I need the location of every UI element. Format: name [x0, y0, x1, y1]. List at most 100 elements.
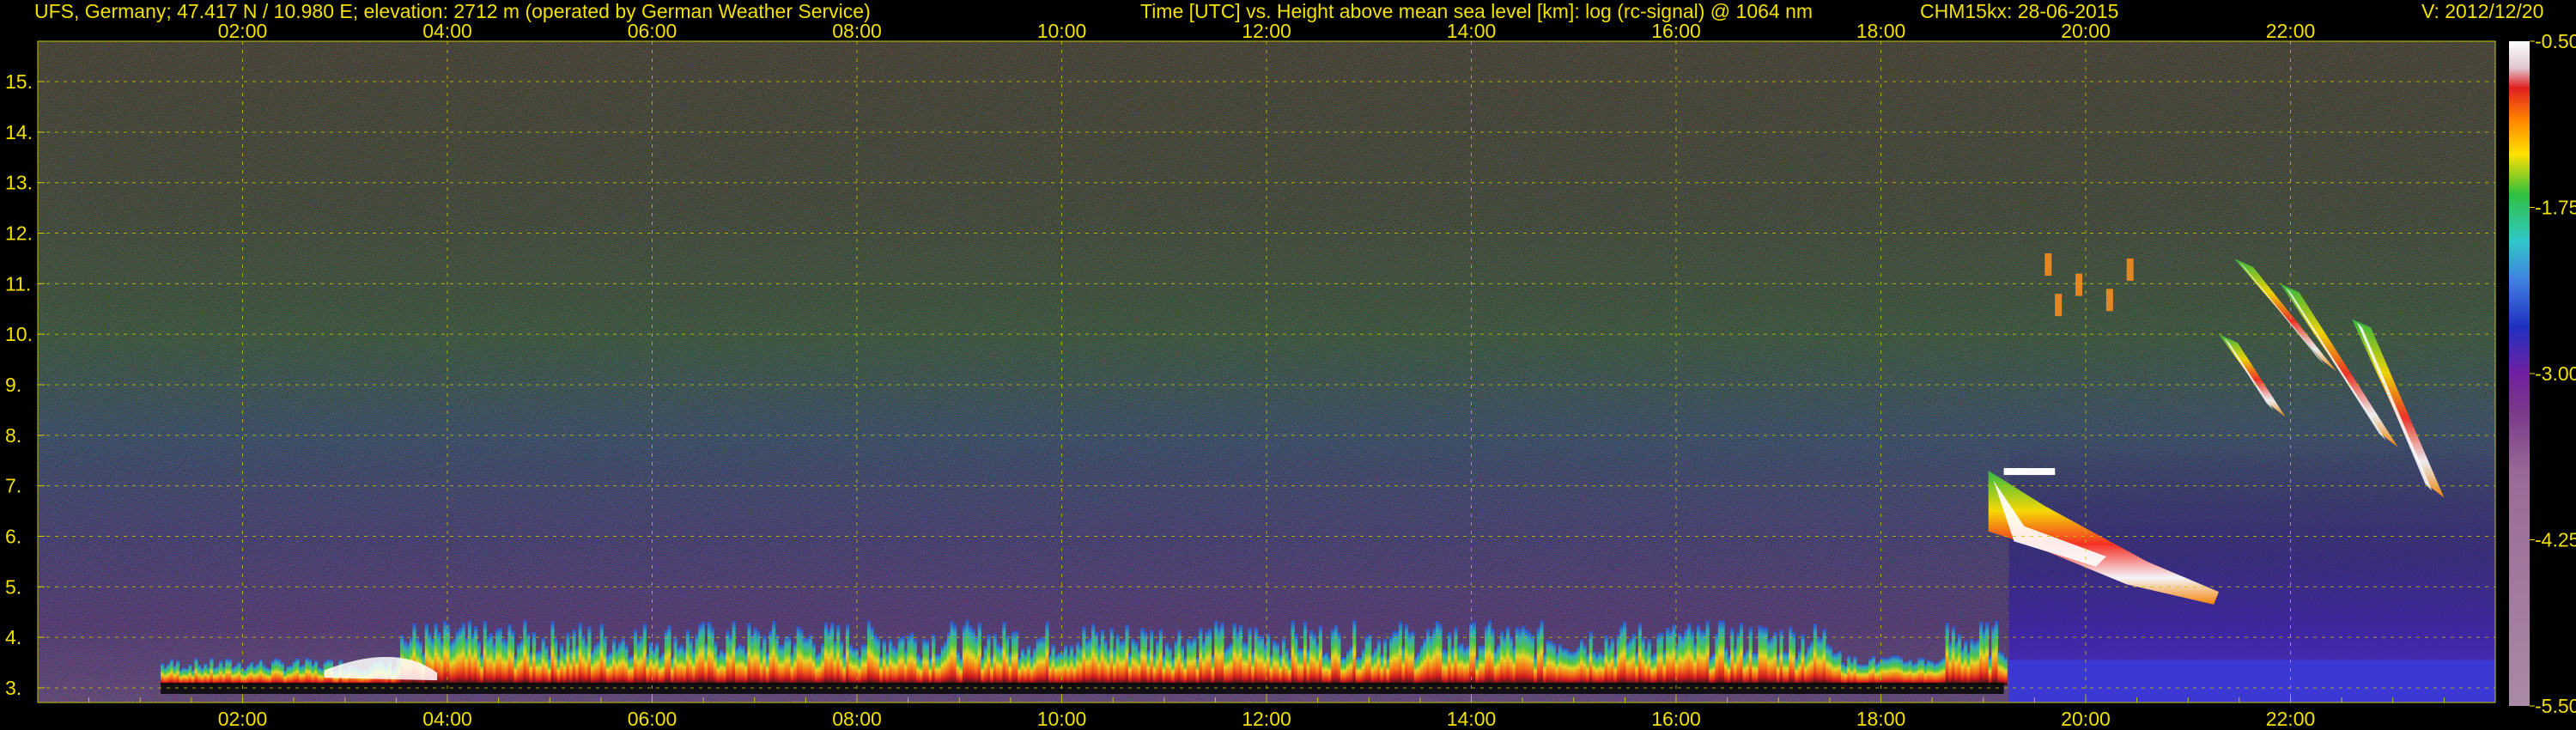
boundary-layer-stripe: [1733, 647, 1737, 685]
boundary-layer-stripe: [790, 653, 794, 685]
boundary-layer-stripe: [692, 648, 696, 685]
boundary-layer-stripe: [1478, 645, 1483, 685]
x-tick-label-bottom: 18:00: [1856, 708, 1906, 730]
boundary-layer-stripe: [1859, 664, 1863, 685]
boundary-layer-stripe: [581, 635, 586, 685]
boundary-layer-stripe: [1884, 658, 1888, 685]
boundary-layer-stripe: [646, 654, 650, 685]
boundary-layer-stripe: [796, 626, 800, 685]
boundary-layer-stripe: [249, 661, 254, 685]
boundary-layer-stripe: [916, 654, 920, 685]
boundary-layer-stripe: [944, 641, 948, 685]
boundary-layer-stripe: [1637, 623, 1643, 685]
boundary-layer-stripe: [1696, 624, 1701, 685]
boundary-layer-stripe: [1242, 642, 1246, 685]
boundary-layer-stripe: [1577, 647, 1581, 685]
boundary-layer-stripe: [698, 624, 702, 685]
boundary-layer-stripe: [234, 665, 239, 685]
boundary-layer-stripe: [200, 667, 204, 685]
boundary-layer-stripe: [784, 636, 788, 685]
boundary-layer-stripe: [1230, 642, 1234, 685]
colorbar-tick-label: -0.50: [2535, 30, 2576, 52]
boundary-layer-stripe: [1666, 627, 1670, 685]
boundary-layer-stripe: [753, 627, 757, 685]
boundary-layer-stripe: [1042, 637, 1047, 685]
boundary-layer-stripe: [1921, 657, 1925, 685]
boundary-layer-stripe: [1094, 632, 1098, 685]
boundary-layer-stripe: [833, 640, 837, 685]
boundary-layer-stripe: [1988, 656, 1992, 685]
boundary-layer-stripe: [1610, 638, 1614, 685]
y-tick-label: 14.: [5, 121, 33, 143]
boundary-layer-stripe: [769, 630, 773, 685]
boundary-layer-stripe: [714, 642, 718, 685]
boundary-layer-stripe: [446, 624, 450, 685]
boundary-layer-stripe: [1589, 631, 1593, 685]
boundary-layer-stripe: [1629, 638, 1633, 685]
boundary-layer-stripe: [630, 654, 635, 685]
boundary-layer-stripe: [1174, 640, 1178, 685]
boundary-layer-stripe: [1337, 632, 1341, 685]
boundary-layer-stripe: [1764, 627, 1768, 685]
boundary-layer-stripe: [1804, 653, 1808, 685]
boundary-layer-stripe: [1140, 628, 1145, 685]
boundary-layer-stripe: [1832, 653, 1836, 685]
boundary-layer-stripe: [817, 652, 822, 685]
boundary-layer-stripe: [593, 644, 598, 685]
boundary-layer-stripe: [1877, 660, 1882, 685]
boundary-layer-stripe: [762, 635, 767, 685]
boundary-layer-stripe: [802, 637, 806, 685]
boundary-layer-stripe: [842, 654, 847, 685]
colorbar-tick-label: -4.25: [2535, 529, 2576, 551]
boundary-layer-stripe: [210, 657, 214, 685]
boundary-layer-stripe: [621, 638, 625, 685]
boundary-layer-stripe: [1662, 650, 1667, 685]
boundary-layer-stripe: [295, 658, 300, 685]
boundary-layer-stripe: [1103, 640, 1108, 685]
boundary-layer-stripe: [1736, 632, 1741, 685]
boundary-layer-stripe: [655, 642, 659, 685]
boundary-layer-stripe: [1168, 647, 1172, 685]
boundary-layer-stripe: [1509, 636, 1513, 685]
boundary-layer-stripe: [1444, 650, 1449, 685]
boundary-layer-stripe: [722, 652, 726, 685]
boundary-layer-stripe: [903, 649, 908, 685]
boundary-layer-stripe: [866, 620, 872, 685]
boundary-layer-stripe: [1650, 654, 1655, 685]
boundary-layer-stripe: [554, 637, 558, 685]
boundary-layer-stripe: [1084, 640, 1090, 685]
boundary-layer-stripe: [517, 643, 521, 685]
boundary-layer-stripe: [1847, 655, 1851, 685]
y-tick-label: 3.: [5, 677, 21, 699]
boundary-layer-stripe: [1656, 633, 1661, 685]
boundary-layer-stripe: [550, 621, 555, 685]
boundary-layer-stripe: [1991, 625, 1996, 685]
boundary-layer-stripe: [1281, 637, 1286, 685]
boundary-layer-stripe: [562, 650, 567, 685]
boundary-layer-stripe: [781, 644, 785, 685]
boundary-layer-stripe: [568, 648, 574, 685]
boundary-layer-stripe: [1201, 641, 1206, 685]
boundary-layer-stripe: [1407, 632, 1412, 685]
boundary-layer-stripe: [1238, 624, 1242, 685]
boundary-layer-stripe: [1236, 631, 1240, 685]
boundary-layer-stripe: [1324, 652, 1329, 685]
boundary-layer-stripe: [465, 636, 469, 685]
boundary-layer-stripe: [907, 635, 911, 685]
boundary-layer-stripe: [449, 642, 453, 685]
boundary-layer-stripe: [1699, 630, 1704, 685]
boundary-layer-stripe: [1300, 648, 1304, 685]
boundary-layer-stripe: [1746, 649, 1750, 685]
boundary-layer-stripe: [1536, 627, 1540, 685]
boundary-layer-stripe: [1518, 629, 1522, 685]
boundary-layer-stripe: [1441, 648, 1446, 685]
x-tick-label-bottom: 08:00: [832, 708, 882, 730]
boundary-layer-stripe: [1018, 657, 1022, 685]
boundary-layer-stripe: [1088, 637, 1092, 685]
boundary-layer-stripe: [1020, 648, 1024, 685]
boundary-layer-stripe: [977, 623, 981, 685]
boundary-layer-stripe: [689, 638, 693, 685]
boundary-layer-stripe: [1386, 656, 1390, 685]
boundary-layer-stripe: [1189, 641, 1194, 685]
boundary-layer-stripe: [575, 646, 580, 685]
